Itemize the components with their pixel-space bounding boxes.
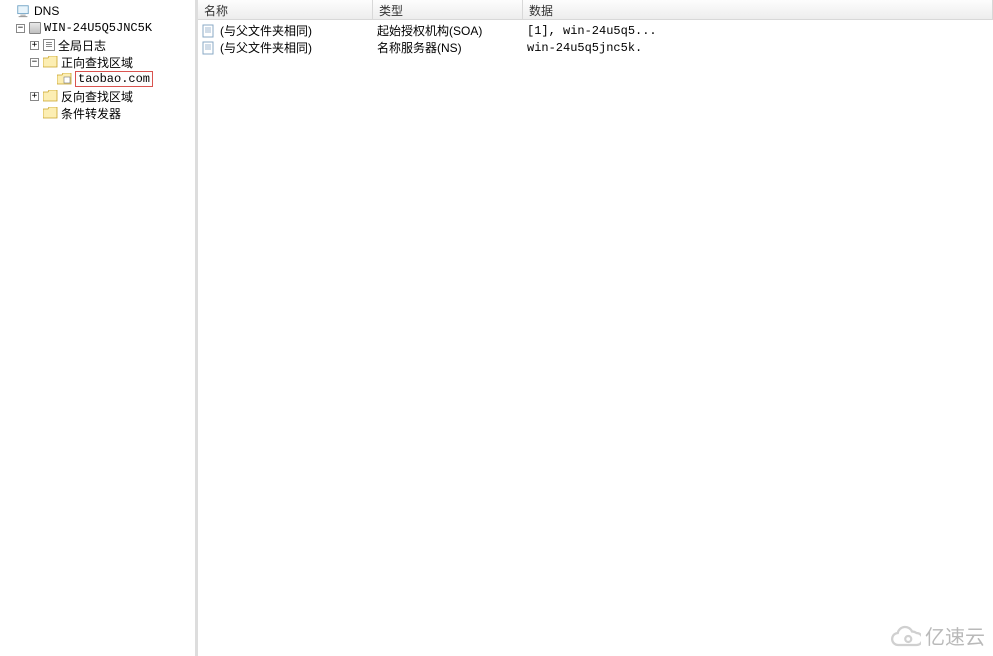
tree-fwd-zone[interactable]: − 正向查找区域 <box>2 54 193 70</box>
record-data: [1], win-24u5q5... <box>527 24 657 38</box>
record-name: (与父文件夹相同) <box>220 22 312 39</box>
tree-zone-taobao[interactable]: taobao.com <box>2 71 193 87</box>
col-header-name[interactable]: 名称 <box>198 0 373 19</box>
col-header-data[interactable]: 数据 <box>523 0 993 19</box>
col-header-type[interactable]: 类型 <box>373 0 523 19</box>
cloud-icon <box>885 624 921 648</box>
record-type: 起始授权机构(SOA) <box>377 22 482 39</box>
tree-fwd-zone-label: 正向查找区域 <box>61 54 133 71</box>
zone-folder-icon <box>57 73 72 85</box>
tree-root-dns[interactable]: DNS <box>2 3 193 19</box>
tree-server-label: WIN-24U5Q5JNC5K <box>44 21 152 35</box>
record-icon <box>202 24 216 38</box>
record-data: win-24u5q5jnc5k. <box>527 41 642 55</box>
record-name: (与父文件夹相同) <box>220 39 312 56</box>
tree-cond-fwd[interactable]: 条件转发器 <box>2 105 193 121</box>
tree-global-log-label: 全局日志 <box>58 37 106 54</box>
tree-panel: DNS − WIN-24U5Q5JNC5K + 全局日志 − <box>0 0 198 656</box>
record-type: 名称服务器(NS) <box>377 39 462 56</box>
dns-icon <box>15 4 31 18</box>
list-row[interactable]: (与父文件夹相同) 起始授权机构(SOA) [1], win-24u5q5... <box>202 22 989 39</box>
expander-minus-icon[interactable]: − <box>30 58 39 67</box>
list-row[interactable]: (与父文件夹相同) 名称服务器(NS) win-24u5q5jnc5k. <box>202 39 989 56</box>
tree-root-label: DNS <box>34 4 59 18</box>
tree-rev-zone-label: 反向查找区域 <box>61 88 133 105</box>
server-icon <box>29 22 41 34</box>
folder-icon <box>43 107 58 119</box>
tree-zone-taobao-label: taobao.com <box>75 71 153 87</box>
tree-server[interactable]: − WIN-24U5Q5JNC5K <box>2 20 193 36</box>
log-icon <box>43 39 55 51</box>
tree-cond-fwd-label: 条件转发器 <box>61 105 121 122</box>
record-list-panel: 名称 类型 数据 (与父文件夹相同) 起始授权机构(SOA) [1], win-… <box>198 0 993 656</box>
watermark: 亿速云 <box>885 621 985 650</box>
tree-global-log[interactable]: + 全局日志 <box>2 37 193 53</box>
folder-icon <box>43 90 58 102</box>
expander-plus-icon[interactable]: + <box>30 92 39 101</box>
list-header: 名称 类型 数据 <box>198 0 993 20</box>
expander-minus-icon[interactable]: − <box>16 24 25 33</box>
folder-icon <box>43 56 58 68</box>
list-body: (与父文件夹相同) 起始授权机构(SOA) [1], win-24u5q5...… <box>198 20 993 58</box>
expander-plus-icon[interactable]: + <box>30 41 39 50</box>
watermark-text: 亿速云 <box>925 621 985 650</box>
tree-rev-zone[interactable]: + 反向查找区域 <box>2 88 193 104</box>
record-icon <box>202 41 216 55</box>
